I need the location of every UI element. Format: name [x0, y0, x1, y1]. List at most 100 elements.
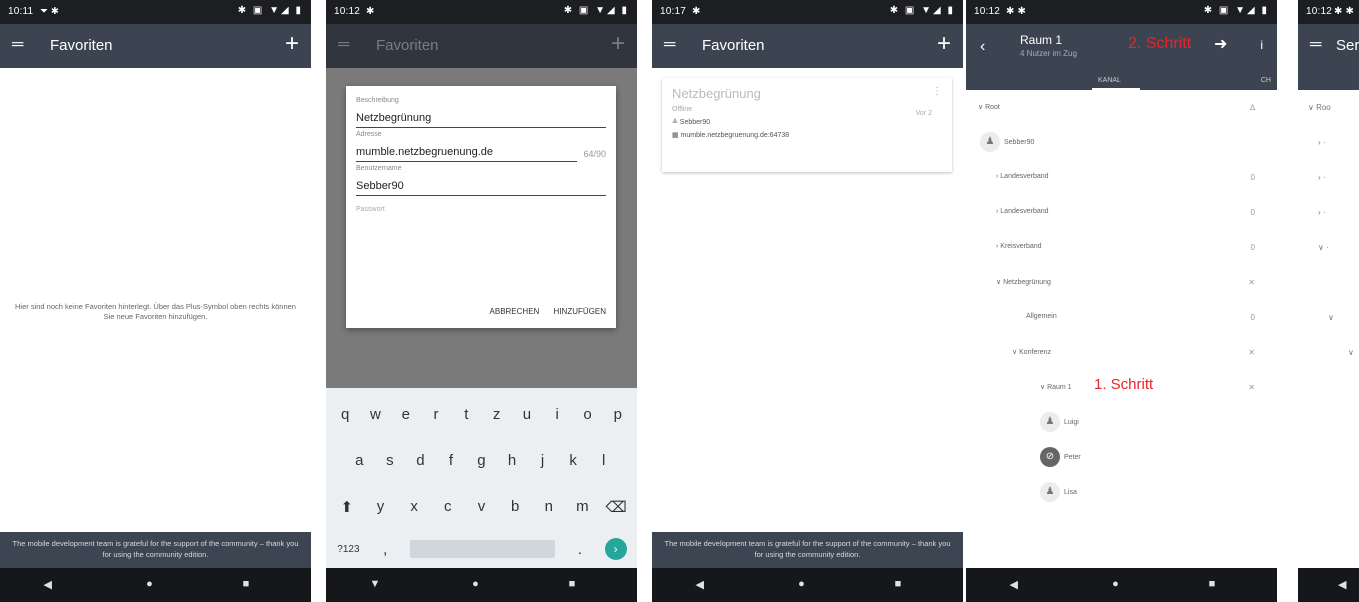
key[interactable]: k — [561, 452, 585, 469]
add-button[interactable]: HINZUFÜGEN — [554, 307, 606, 316]
tree-row[interactable]: ∨ — [1298, 300, 1359, 335]
tree-row-user[interactable]: ♟ Sebber90 — [966, 125, 1277, 160]
empty-state-message: Hier sind noch keine Favoriten hinterleg… — [15, 302, 296, 321]
add-favorite-icon[interactable]: + — [285, 31, 299, 57]
key[interactable]: t — [454, 406, 478, 423]
tree-row[interactable]: ∨ · — [1298, 230, 1359, 265]
menu-icon[interactable]: ═ — [12, 37, 23, 53]
key[interactable]: e — [394, 406, 418, 423]
tree-row[interactable]: › · — [1298, 160, 1359, 195]
tree-row[interactable]: › · — [1298, 195, 1359, 230]
nav-recent-icon[interactable]: ■ — [243, 578, 250, 590]
key[interactable]: i — [545, 406, 569, 423]
tree-row[interactable]: ∨ Konferenz ✕ — [966, 335, 1277, 370]
nav-home-icon[interactable]: ● — [798, 578, 805, 590]
tree-row-indicator: 0 — [1250, 313, 1255, 322]
tree-row-user[interactable]: ⊘ Peter — [966, 440, 1277, 475]
tree-row[interactable]: ∨ — [1298, 335, 1359, 370]
menu-icon[interactable]: ═ — [664, 37, 675, 53]
back-icon[interactable]: ‹ — [980, 38, 985, 56]
nav-recent-icon[interactable]: ■ — [569, 578, 576, 590]
key[interactable]: x — [402, 498, 426, 516]
menu-icon[interactable]: ═ — [1310, 37, 1321, 53]
tree-row[interactable]: › Landesverband 0 — [966, 160, 1277, 195]
tree-row[interactable] — [1298, 265, 1359, 300]
tab-chat[interactable]: CH — [1261, 77, 1271, 84]
soft-keyboard: q w e r t z u i o p a s d f g h j k l ⬆ … — [326, 388, 637, 568]
address-field[interactable]: mumble.netzbegruenung.de — [356, 142, 578, 162]
nav-back-icon[interactable]: ◀ — [696, 578, 704, 591]
status-notification-icons: ✱ ✱ — [1006, 6, 1027, 17]
password-field[interactable]: Passwort — [356, 202, 606, 217]
tree-row[interactable]: › · — [1298, 125, 1359, 160]
tree-row-label: ♟ Sebber90 — [980, 132, 1034, 152]
key[interactable]: l — [592, 452, 616, 469]
key[interactable]: z — [485, 406, 509, 423]
nav-hide-keyboard-icon[interactable]: ▼ — [370, 578, 381, 590]
username-field[interactable]: Sebber90 — [356, 176, 606, 196]
key[interactable]: d — [408, 452, 432, 469]
tree-row[interactable]: ∨ Netzbegrünung ✕ — [966, 265, 1277, 300]
tree-row-raum-1[interactable]: ∨ Raum 1 1. Schritt ✕ — [966, 370, 1277, 405]
tree-label-text: Netzbegrünung — [1003, 279, 1051, 286]
tree-row[interactable]: › Kreisverband 0 — [966, 230, 1277, 265]
tree-row[interactable]: › Landesverband 0 — [966, 195, 1277, 230]
nav-back-icon[interactable]: ◀ — [1010, 578, 1018, 591]
nav-back-icon[interactable]: ◀ — [44, 578, 52, 591]
arrow-right-icon: ➜ — [1214, 36, 1228, 53]
period-key[interactable]: . — [568, 541, 592, 558]
symbols-key[interactable]: ?123 — [336, 544, 360, 555]
more-options-icon[interactable]: ⋮ — [932, 86, 942, 97]
nav-home-icon[interactable]: ● — [472, 578, 479, 590]
user-avatar-icon: ♟ — [1040, 482, 1060, 502]
tree-row[interactable]: Allgemein 0 — [966, 300, 1277, 335]
key[interactable]: v — [469, 498, 493, 516]
key[interactable]: g — [469, 452, 493, 469]
key[interactable]: n — [537, 498, 561, 516]
tab-channel[interactable]: KANAL — [1098, 77, 1121, 84]
key[interactable]: w — [363, 406, 387, 423]
key[interactable]: y — [368, 498, 392, 516]
cancel-button[interactable]: ABBRECHEN — [490, 307, 540, 316]
key[interactable]: r — [424, 406, 448, 423]
address-counter: 64/90 — [583, 149, 606, 159]
key[interactable]: a — [347, 452, 371, 469]
tree-row-user[interactable]: ♟ Lisa — [966, 475, 1277, 510]
tree-row[interactable]: ∨ Roo — [1298, 90, 1359, 125]
status-notification-icons: ✱ ✱ — [1334, 6, 1355, 17]
enter-key-icon[interactable]: › — [604, 538, 627, 560]
nav-recent-icon[interactable]: ■ — [895, 578, 902, 590]
tree-row-label: › · — [1318, 208, 1326, 217]
info-icon[interactable]: i — [1260, 38, 1263, 52]
key[interactable]: q — [333, 406, 357, 423]
key[interactable]: u — [515, 406, 539, 423]
key[interactable]: s — [378, 452, 402, 469]
key[interactable]: f — [439, 452, 463, 469]
tree-row[interactable]: ∨ Root ∆ — [966, 90, 1277, 125]
nav-recent-icon[interactable]: ■ — [1209, 578, 1216, 590]
nav-home-icon[interactable]: ● — [1112, 578, 1119, 590]
tree-row-label: ∨ — [1328, 313, 1334, 322]
tree-row-user[interactable]: ♟ Luigi — [966, 405, 1277, 440]
status-bar: 10:11 ⏷ ✱ ✱ ▣ ▼◢ ▮ — [0, 0, 311, 24]
nav-home-icon[interactable]: ● — [146, 578, 153, 590]
favorite-card[interactable]: Netzbegrünung Offline Vor 2 ⋮ ≗ Sebber90… — [662, 78, 952, 172]
shift-key-icon[interactable]: ⬆ — [335, 498, 359, 516]
comma-key[interactable]: , — [373, 541, 397, 558]
add-favorite-icon[interactable]: + — [937, 31, 951, 57]
delete-key-icon[interactable]: ⌫ — [604, 498, 628, 516]
nav-back-icon[interactable]: ◀ — [1338, 578, 1346, 591]
status-system-icons: ✱ ▣ ▼◢ ▮ — [889, 5, 955, 16]
key[interactable]: b — [503, 498, 527, 516]
key[interactable]: h — [500, 452, 524, 469]
key[interactable]: m — [570, 498, 594, 516]
key[interactable]: o — [576, 406, 600, 423]
status-system-icons: ✱ ▣ ▼◢ ▮ — [563, 5, 629, 16]
key[interactable]: j — [531, 452, 555, 469]
channel-subtitle: 4 Nutzer im Zug — [1020, 49, 1077, 58]
key[interactable]: c — [436, 498, 460, 516]
description-field[interactable]: Netzbegrünung — [356, 108, 606, 128]
favorite-address: ▦ mumble.netzbegruenung.de:64738 — [672, 132, 790, 139]
key[interactable]: p — [606, 406, 630, 423]
space-key[interactable] — [409, 540, 555, 558]
